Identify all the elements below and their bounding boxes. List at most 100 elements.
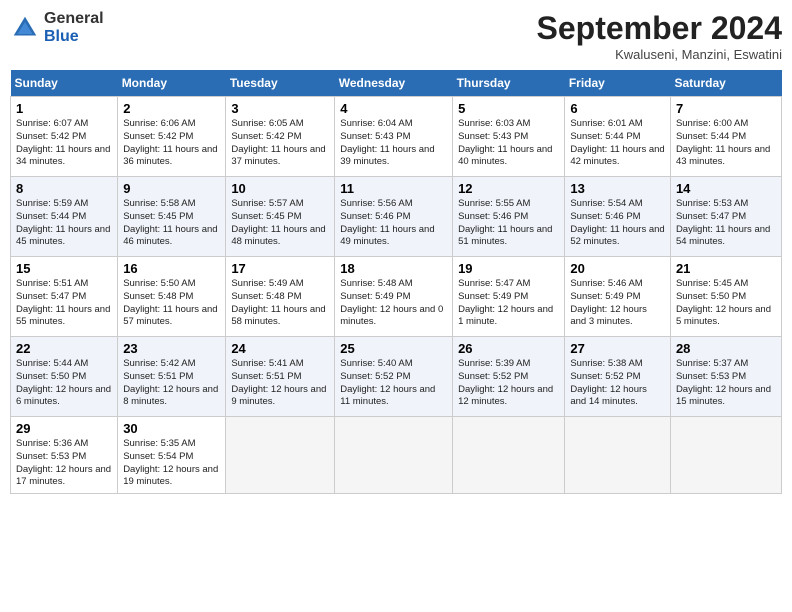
calendar-cell: 19 Sunrise: 5:47 AMSunset: 5:49 PMDaylig… xyxy=(453,257,565,337)
cell-info: Sunrise: 5:45 AMSunset: 5:50 PMDaylight:… xyxy=(676,278,771,327)
logo: General Blue xyxy=(10,10,104,45)
day-number: 29 xyxy=(16,421,112,436)
calendar-cell: 14 Sunrise: 5:53 AMSunset: 5:47 PMDaylig… xyxy=(670,177,781,257)
calendar-cell: 8 Sunrise: 5:59 AMSunset: 5:44 PMDayligh… xyxy=(11,177,118,257)
col-friday: Friday xyxy=(565,70,671,97)
calendar-cell: 7 Sunrise: 6:00 AMSunset: 5:44 PMDayligh… xyxy=(670,97,781,177)
calendar-cell: 12 Sunrise: 5:55 AMSunset: 5:46 PMDaylig… xyxy=(453,177,565,257)
calendar-cell xyxy=(335,417,453,494)
day-number: 1 xyxy=(16,101,112,116)
day-number: 22 xyxy=(16,341,112,356)
page-header: General Blue September 2024 Kwaluseni, M… xyxy=(10,10,782,62)
day-number: 11 xyxy=(340,181,447,196)
cell-info: Sunrise: 6:05 AMSunset: 5:42 PMDaylight:… xyxy=(231,118,325,167)
col-monday: Monday xyxy=(118,70,226,97)
day-number: 7 xyxy=(676,101,776,116)
cell-info: Sunrise: 5:47 AMSunset: 5:49 PMDaylight:… xyxy=(458,278,553,327)
calendar-cell: 30 Sunrise: 5:35 AMSunset: 5:54 PMDaylig… xyxy=(118,417,226,494)
cell-info: Sunrise: 6:01 AMSunset: 5:44 PMDaylight:… xyxy=(570,118,664,167)
cell-info: Sunrise: 5:42 AMSunset: 5:51 PMDaylight:… xyxy=(123,358,218,407)
day-number: 24 xyxy=(231,341,329,356)
calendar-table: Sunday Monday Tuesday Wednesday Thursday… xyxy=(10,70,782,494)
calendar-row: 15 Sunrise: 5:51 AMSunset: 5:47 PMDaylig… xyxy=(11,257,782,337)
day-number: 14 xyxy=(676,181,776,196)
cell-info: Sunrise: 5:58 AMSunset: 5:45 PMDaylight:… xyxy=(123,198,217,247)
day-number: 15 xyxy=(16,261,112,276)
calendar-cell: 5 Sunrise: 6:03 AMSunset: 5:43 PMDayligh… xyxy=(453,97,565,177)
cell-info: Sunrise: 5:59 AMSunset: 5:44 PMDaylight:… xyxy=(16,198,110,247)
cell-info: Sunrise: 5:39 AMSunset: 5:52 PMDaylight:… xyxy=(458,358,553,407)
day-number: 23 xyxy=(123,341,220,356)
col-sunday: Sunday xyxy=(11,70,118,97)
day-number: 21 xyxy=(676,261,776,276)
calendar-cell: 17 Sunrise: 5:49 AMSunset: 5:48 PMDaylig… xyxy=(226,257,335,337)
calendar-cell: 16 Sunrise: 5:50 AMSunset: 5:48 PMDaylig… xyxy=(118,257,226,337)
cell-info: Sunrise: 5:50 AMSunset: 5:48 PMDaylight:… xyxy=(123,278,217,327)
calendar-cell: 28 Sunrise: 5:37 AMSunset: 5:53 PMDaylig… xyxy=(670,337,781,417)
cell-info: Sunrise: 6:06 AMSunset: 5:42 PMDaylight:… xyxy=(123,118,217,167)
location: Kwaluseni, Manzini, Eswatini xyxy=(537,47,782,62)
calendar-row: 8 Sunrise: 5:59 AMSunset: 5:44 PMDayligh… xyxy=(11,177,782,257)
calendar-cell: 6 Sunrise: 6:01 AMSunset: 5:44 PMDayligh… xyxy=(565,97,671,177)
logo-blue: Blue xyxy=(44,28,79,45)
day-number: 9 xyxy=(123,181,220,196)
col-wednesday: Wednesday xyxy=(335,70,453,97)
cell-info: Sunrise: 5:37 AMSunset: 5:53 PMDaylight:… xyxy=(676,358,771,407)
day-number: 10 xyxy=(231,181,329,196)
month-year: September 2024 xyxy=(537,10,782,47)
calendar-cell: 29 Sunrise: 5:36 AMSunset: 5:53 PMDaylig… xyxy=(11,417,118,494)
col-saturday: Saturday xyxy=(670,70,781,97)
calendar-cell: 26 Sunrise: 5:39 AMSunset: 5:52 PMDaylig… xyxy=(453,337,565,417)
calendar-cell: 2 Sunrise: 6:06 AMSunset: 5:42 PMDayligh… xyxy=(118,97,226,177)
calendar-cell: 3 Sunrise: 6:05 AMSunset: 5:42 PMDayligh… xyxy=(226,97,335,177)
cell-info: Sunrise: 5:41 AMSunset: 5:51 PMDaylight:… xyxy=(231,358,326,407)
cell-info: Sunrise: 6:07 AMSunset: 5:42 PMDaylight:… xyxy=(16,118,110,167)
day-number: 27 xyxy=(570,341,665,356)
logo-icon xyxy=(10,13,40,43)
day-number: 16 xyxy=(123,261,220,276)
logo-general: General xyxy=(44,10,104,27)
day-number: 5 xyxy=(458,101,559,116)
cell-info: Sunrise: 6:04 AMSunset: 5:43 PMDaylight:… xyxy=(340,118,434,167)
day-number: 18 xyxy=(340,261,447,276)
day-number: 3 xyxy=(231,101,329,116)
cell-info: Sunrise: 5:48 AMSunset: 5:49 PMDaylight:… xyxy=(340,278,443,327)
cell-info: Sunrise: 5:40 AMSunset: 5:52 PMDaylight:… xyxy=(340,358,435,407)
calendar-cell: 1 Sunrise: 6:07 AMSunset: 5:42 PMDayligh… xyxy=(11,97,118,177)
cell-info: Sunrise: 5:54 AMSunset: 5:46 PMDaylight:… xyxy=(570,198,664,247)
day-number: 25 xyxy=(340,341,447,356)
calendar-cell: 18 Sunrise: 5:48 AMSunset: 5:49 PMDaylig… xyxy=(335,257,453,337)
day-number: 4 xyxy=(340,101,447,116)
day-number: 2 xyxy=(123,101,220,116)
cell-info: Sunrise: 5:57 AMSunset: 5:45 PMDaylight:… xyxy=(231,198,325,247)
day-number: 28 xyxy=(676,341,776,356)
calendar-cell: 9 Sunrise: 5:58 AMSunset: 5:45 PMDayligh… xyxy=(118,177,226,257)
day-number: 26 xyxy=(458,341,559,356)
calendar-cell xyxy=(226,417,335,494)
calendar-cell: 10 Sunrise: 5:57 AMSunset: 5:45 PMDaylig… xyxy=(226,177,335,257)
calendar-row: 1 Sunrise: 6:07 AMSunset: 5:42 PMDayligh… xyxy=(11,97,782,177)
calendar-cell: 27 Sunrise: 5:38 AMSunset: 5:52 PMDaylig… xyxy=(565,337,671,417)
calendar-cell: 11 Sunrise: 5:56 AMSunset: 5:46 PMDaylig… xyxy=(335,177,453,257)
col-tuesday: Tuesday xyxy=(226,70,335,97)
cell-info: Sunrise: 5:38 AMSunset: 5:52 PMDaylight:… xyxy=(570,358,647,407)
calendar-cell: 24 Sunrise: 5:41 AMSunset: 5:51 PMDaylig… xyxy=(226,337,335,417)
calendar-cell xyxy=(453,417,565,494)
calendar-cell: 23 Sunrise: 5:42 AMSunset: 5:51 PMDaylig… xyxy=(118,337,226,417)
cell-info: Sunrise: 5:35 AMSunset: 5:54 PMDaylight:… xyxy=(123,438,218,487)
day-number: 12 xyxy=(458,181,559,196)
calendar-cell xyxy=(565,417,671,494)
calendar-cell: 20 Sunrise: 5:46 AMSunset: 5:49 PMDaylig… xyxy=(565,257,671,337)
col-thursday: Thursday xyxy=(453,70,565,97)
cell-info: Sunrise: 5:55 AMSunset: 5:46 PMDaylight:… xyxy=(458,198,552,247)
cell-info: Sunrise: 5:51 AMSunset: 5:47 PMDaylight:… xyxy=(16,278,110,327)
cell-info: Sunrise: 6:03 AMSunset: 5:43 PMDaylight:… xyxy=(458,118,552,167)
calendar-cell: 13 Sunrise: 5:54 AMSunset: 5:46 PMDaylig… xyxy=(565,177,671,257)
cell-info: Sunrise: 5:36 AMSunset: 5:53 PMDaylight:… xyxy=(16,438,111,487)
day-number: 6 xyxy=(570,101,665,116)
header-row: Sunday Monday Tuesday Wednesday Thursday… xyxy=(11,70,782,97)
day-number: 13 xyxy=(570,181,665,196)
calendar-cell xyxy=(670,417,781,494)
calendar-cell: 21 Sunrise: 5:45 AMSunset: 5:50 PMDaylig… xyxy=(670,257,781,337)
calendar-cell: 25 Sunrise: 5:40 AMSunset: 5:52 PMDaylig… xyxy=(335,337,453,417)
